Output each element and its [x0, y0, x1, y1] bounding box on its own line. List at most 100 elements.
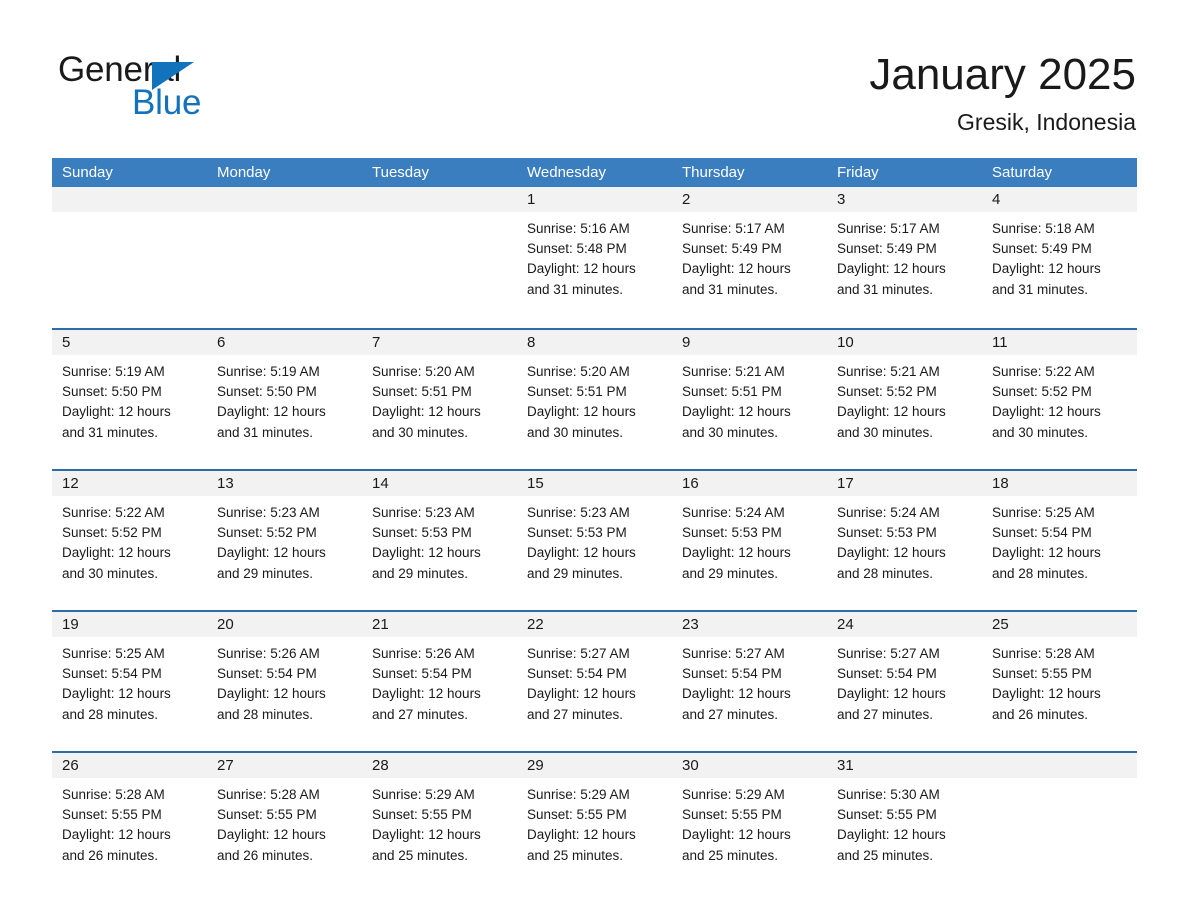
day-cell[interactable]: 29 Sunrise: 5:29 AM Sunset: 5:55 PM Dayl…	[517, 753, 672, 886]
day-details: Sunrise: 5:30 AM Sunset: 5:55 PM Dayligh…	[827, 778, 982, 866]
sunset-text: Sunset: 5:51 PM	[527, 384, 627, 400]
day-cell[interactable]: 9 Sunrise: 5:21 AM Sunset: 5:51 PM Dayli…	[672, 330, 827, 463]
sunset-text: Sunset: 5:54 PM	[217, 666, 317, 682]
day-cell[interactable]	[207, 187, 362, 322]
day-cell[interactable]: 20 Sunrise: 5:26 AM Sunset: 5:54 PM Dayl…	[207, 612, 362, 745]
daylight-text-line1: Daylight: 12 hours	[527, 404, 636, 420]
day-cell[interactable]: 27 Sunrise: 5:28 AM Sunset: 5:55 PM Dayl…	[207, 753, 362, 886]
day-cell[interactable]: 14 Sunrise: 5:23 AM Sunset: 5:53 PM Dayl…	[362, 471, 517, 604]
day-cell[interactable]: 3 Sunrise: 5:17 AM Sunset: 5:49 PM Dayli…	[827, 187, 982, 322]
day-cell[interactable]: 22 Sunrise: 5:27 AM Sunset: 5:54 PM Dayl…	[517, 612, 672, 745]
day-number	[52, 187, 207, 212]
day-details: Sunrise: 5:27 AM Sunset: 5:54 PM Dayligh…	[827, 637, 982, 725]
day-details	[362, 212, 517, 219]
day-cell[interactable]: 4 Sunrise: 5:18 AM Sunset: 5:49 PM Dayli…	[982, 187, 1137, 322]
day-cell[interactable]: 2 Sunrise: 5:17 AM Sunset: 5:49 PM Dayli…	[672, 187, 827, 322]
sunrise-text: Sunrise: 5:22 AM	[992, 364, 1095, 379]
day-cell[interactable]: 11 Sunrise: 5:22 AM Sunset: 5:52 PM Dayl…	[982, 330, 1137, 463]
day-cell[interactable]: 1 Sunrise: 5:16 AM Sunset: 5:48 PM Dayli…	[517, 187, 672, 322]
sunset-text: Sunset: 5:51 PM	[372, 384, 472, 400]
sunset-text: Sunset: 5:54 PM	[837, 666, 937, 682]
week-row: 26 Sunrise: 5:28 AM Sunset: 5:55 PM Dayl…	[52, 751, 1137, 886]
daylight-text-line2: and 28 minutes.	[837, 565, 934, 581]
day-cell[interactable]: 31 Sunrise: 5:30 AM Sunset: 5:55 PM Dayl…	[827, 753, 982, 886]
day-cell[interactable]: 18 Sunrise: 5:25 AM Sunset: 5:54 PM Dayl…	[982, 471, 1137, 604]
day-details: Sunrise: 5:25 AM Sunset: 5:54 PM Dayligh…	[982, 496, 1137, 584]
day-cell[interactable]: 8 Sunrise: 5:20 AM Sunset: 5:51 PM Dayli…	[517, 330, 672, 463]
sunset-text: Sunset: 5:52 PM	[217, 525, 317, 541]
sunset-text: Sunset: 5:55 PM	[527, 807, 627, 823]
sunrise-text: Sunrise: 5:23 AM	[217, 505, 320, 520]
sunrise-text: Sunrise: 5:26 AM	[217, 646, 320, 661]
day-cell[interactable]: 6 Sunrise: 5:19 AM Sunset: 5:50 PM Dayli…	[207, 330, 362, 463]
day-cell[interactable]: 30 Sunrise: 5:29 AM Sunset: 5:55 PM Dayl…	[672, 753, 827, 886]
sunset-text: Sunset: 5:52 PM	[62, 525, 162, 541]
daylight-text-line1: Daylight: 12 hours	[682, 404, 791, 420]
day-cell[interactable]: 25 Sunrise: 5:28 AM Sunset: 5:55 PM Dayl…	[982, 612, 1137, 745]
daylight-text-line2: and 30 minutes.	[837, 424, 934, 440]
daylight-text-line1: Daylight: 12 hours	[682, 827, 791, 843]
sunset-text: Sunset: 5:54 PM	[372, 666, 472, 682]
day-details: Sunrise: 5:26 AM Sunset: 5:54 PM Dayligh…	[207, 637, 362, 725]
day-cell[interactable]: 15 Sunrise: 5:23 AM Sunset: 5:53 PM Dayl…	[517, 471, 672, 604]
sunset-text: Sunset: 5:54 PM	[682, 666, 782, 682]
week-row: 19 Sunrise: 5:25 AM Sunset: 5:54 PM Dayl…	[52, 610, 1137, 745]
day-details: Sunrise: 5:20 AM Sunset: 5:51 PM Dayligh…	[517, 355, 672, 443]
weekday-header-wednesday: Wednesday	[527, 164, 606, 181]
daylight-text-line2: and 30 minutes.	[682, 424, 779, 440]
day-number: 31	[827, 753, 982, 778]
day-number: 12	[52, 471, 207, 496]
day-cell[interactable]: 24 Sunrise: 5:27 AM Sunset: 5:54 PM Dayl…	[827, 612, 982, 745]
daylight-text-line1: Daylight: 12 hours	[62, 545, 171, 561]
daylight-text-line1: Daylight: 12 hours	[527, 545, 636, 561]
sunrise-text: Sunrise: 5:24 AM	[837, 505, 940, 520]
day-cell[interactable]	[982, 753, 1137, 886]
daylight-text-line1: Daylight: 12 hours	[837, 404, 946, 420]
daylight-text-line2: and 31 minutes.	[682, 281, 779, 297]
sunrise-text: Sunrise: 5:19 AM	[62, 364, 165, 379]
day-cell[interactable]: 21 Sunrise: 5:26 AM Sunset: 5:54 PM Dayl…	[362, 612, 517, 745]
day-number: 25	[982, 612, 1137, 637]
day-cell[interactable]: 26 Sunrise: 5:28 AM Sunset: 5:55 PM Dayl…	[52, 753, 207, 886]
day-cell[interactable]: 17 Sunrise: 5:24 AM Sunset: 5:53 PM Dayl…	[827, 471, 982, 604]
general-blue-logo[interactable]: General Blue	[58, 50, 398, 130]
daylight-text-line2: and 31 minutes.	[837, 281, 934, 297]
sunrise-text: Sunrise: 5:29 AM	[372, 787, 475, 802]
day-number: 2	[672, 187, 827, 212]
day-cell[interactable]: 28 Sunrise: 5:29 AM Sunset: 5:55 PM Dayl…	[362, 753, 517, 886]
day-details	[982, 778, 1137, 785]
daylight-text-line1: Daylight: 12 hours	[372, 404, 481, 420]
day-details	[52, 212, 207, 219]
day-details: Sunrise: 5:19 AM Sunset: 5:50 PM Dayligh…	[207, 355, 362, 443]
day-cell[interactable]: 13 Sunrise: 5:23 AM Sunset: 5:52 PM Dayl…	[207, 471, 362, 604]
day-cell[interactable]: 10 Sunrise: 5:21 AM Sunset: 5:52 PM Dayl…	[827, 330, 982, 463]
sunrise-text: Sunrise: 5:19 AM	[217, 364, 320, 379]
day-details: Sunrise: 5:17 AM Sunset: 5:49 PM Dayligh…	[827, 212, 982, 300]
daylight-text-line1: Daylight: 12 hours	[527, 827, 636, 843]
daylight-text-line2: and 26 minutes.	[992, 706, 1089, 722]
day-cell[interactable]: 16 Sunrise: 5:24 AM Sunset: 5:53 PM Dayl…	[672, 471, 827, 604]
day-number: 19	[52, 612, 207, 637]
daylight-text-line2: and 27 minutes.	[682, 706, 779, 722]
day-number: 30	[672, 753, 827, 778]
day-number: 24	[827, 612, 982, 637]
sunset-text: Sunset: 5:49 PM	[837, 241, 937, 257]
daylight-text-line2: and 31 minutes.	[62, 424, 159, 440]
day-details: Sunrise: 5:21 AM Sunset: 5:51 PM Dayligh…	[672, 355, 827, 443]
sunrise-text: Sunrise: 5:24 AM	[682, 505, 785, 520]
daylight-text-line2: and 30 minutes.	[372, 424, 469, 440]
daylight-text-line2: and 26 minutes.	[217, 847, 314, 863]
day-cell[interactable]: 19 Sunrise: 5:25 AM Sunset: 5:54 PM Dayl…	[52, 612, 207, 745]
day-cell[interactable]: 12 Sunrise: 5:22 AM Sunset: 5:52 PM Dayl…	[52, 471, 207, 604]
day-number: 21	[362, 612, 517, 637]
day-details: Sunrise: 5:21 AM Sunset: 5:52 PM Dayligh…	[827, 355, 982, 443]
day-cell[interactable]: 23 Sunrise: 5:27 AM Sunset: 5:54 PM Dayl…	[672, 612, 827, 745]
day-number: 26	[52, 753, 207, 778]
day-cell[interactable]: 5 Sunrise: 5:19 AM Sunset: 5:50 PM Dayli…	[52, 330, 207, 463]
day-cell[interactable]	[362, 187, 517, 322]
day-cell[interactable]	[52, 187, 207, 322]
day-details: Sunrise: 5:27 AM Sunset: 5:54 PM Dayligh…	[672, 637, 827, 725]
sunrise-text: Sunrise: 5:28 AM	[217, 787, 320, 802]
daylight-text-line2: and 29 minutes.	[372, 565, 469, 581]
day-cell[interactable]: 7 Sunrise: 5:20 AM Sunset: 5:51 PM Dayli…	[362, 330, 517, 463]
